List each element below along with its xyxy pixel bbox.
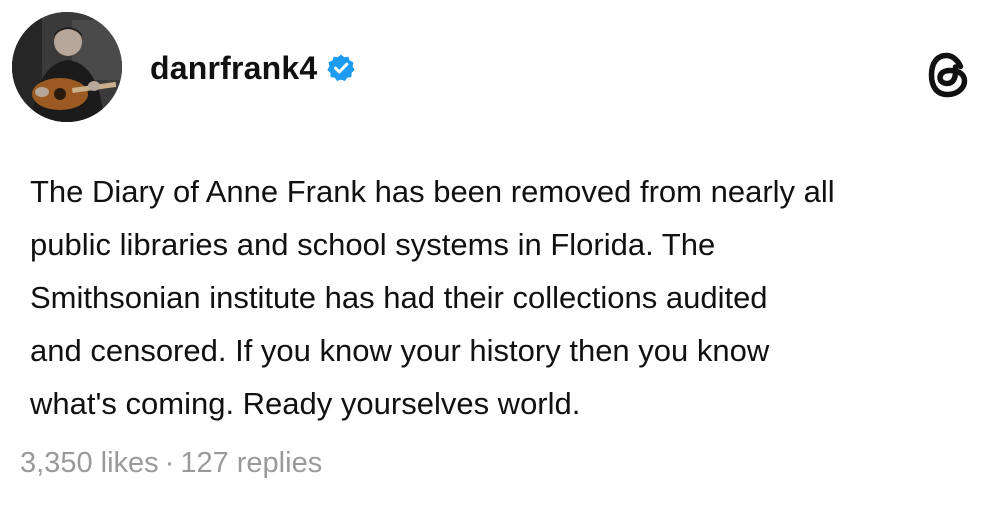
post-body-line: public libraries and school systems in F…	[30, 227, 716, 262]
post-body-line: The Diary of Anne Frank has been removed…	[30, 174, 835, 209]
post-body-line: what's coming. Ready yourselves world.	[30, 386, 581, 421]
threads-logo-icon[interactable]	[926, 50, 972, 100]
username[interactable]: danrfrank4	[150, 46, 317, 90]
stats-separator: ·	[164, 447, 175, 479]
username-row: danrfrank4	[150, 46, 356, 90]
threads-post: danrfrank4 The Diary of Anne Frank has b…	[0, 0, 1000, 506]
post-body-line: and censored. If you know your history t…	[30, 333, 770, 368]
avatar-photo	[12, 12, 122, 122]
post-stats: 3,350 likes · 127 replies	[20, 441, 322, 485]
replies-count[interactable]: 127 replies	[180, 447, 322, 479]
post-body-line: Smithsonian institute has had their coll…	[30, 280, 768, 315]
avatar[interactable]	[12, 12, 122, 122]
likes-count[interactable]: 3,350 likes	[20, 447, 159, 479]
post-body: The Diary of Anne Frank has been removed…	[30, 165, 990, 430]
verified-badge-icon	[326, 53, 356, 83]
